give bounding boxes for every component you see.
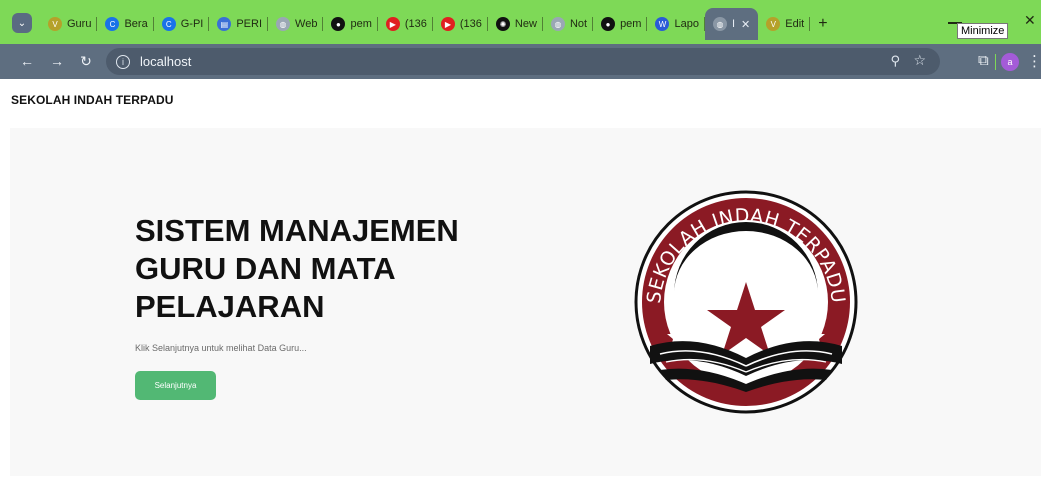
tab-label: (136	[404, 18, 427, 30]
browser-tab[interactable]: V Edit	[758, 8, 811, 40]
browser-tab[interactable]: ▶ (136	[433, 8, 488, 40]
tab-label: Web	[295, 18, 318, 30]
tab-divider	[809, 17, 811, 31]
chevron-down-icon: ⌄	[17, 17, 27, 29]
youtube-icon: ▶	[440, 17, 455, 31]
forward-button[interactable]: →	[48, 52, 66, 70]
browser-tab[interactable]: C G-PI	[154, 8, 210, 40]
github-icon: ●	[331, 17, 346, 31]
chatgpt-icon: ✺	[495, 17, 510, 31]
tab-label: Guru	[67, 18, 92, 30]
arrow-left-icon: ←	[20, 53, 34, 69]
canva-icon: C	[161, 17, 176, 31]
tab-label: (136	[459, 18, 482, 30]
vuetify-icon: V	[766, 17, 781, 31]
hero-description: Klik Selanjutnya untuk melihat Data Guru…	[135, 343, 307, 353]
next-button[interactable]: Selanjutnya	[135, 371, 216, 400]
browser-tab[interactable]: C Bera	[97, 8, 154, 40]
globe-icon: ◍	[712, 17, 727, 31]
reload-button[interactable]: ↻	[77, 52, 95, 70]
browser-tab-active[interactable]: ◍ I ✕	[704, 8, 759, 40]
browser-tab[interactable]: ● pem	[593, 8, 648, 40]
vuetify-icon: V	[48, 17, 62, 31]
tab-label: Lapo	[674, 18, 699, 30]
site-info-icon[interactable]: i	[116, 54, 130, 69]
browser-tab[interactable]: ● pem	[323, 8, 378, 40]
school-logo: SEKOLAH INDAH TERPADU	[634, 190, 858, 414]
close-icon: ✕	[1024, 12, 1036, 28]
tab-list: V Guru C Bera C G-PI ▤ PERI ◍ Web ● pem ▶ (136 ▶ (136 ✺ N…	[40, 8, 836, 40]
window-close-button[interactable]: ✕	[1024, 12, 1036, 29]
tab-search-button[interactable]: ⌄	[12, 13, 32, 33]
new-tab-button[interactable]: +	[810, 8, 835, 40]
tab-label: pem	[350, 18, 372, 30]
menu-dots-icon[interactable]: ⋮	[1027, 52, 1041, 70]
browser-tab[interactable]: V Guru	[40, 8, 98, 40]
browser-toolbar: ← → ↻ i localhost ⚲ ☆	[0, 44, 1041, 79]
browser-tab[interactable]: ▤ PERI	[209, 8, 269, 40]
browser-tab[interactable]: ▶ (136	[378, 8, 433, 40]
globe-icon: ◍	[550, 17, 565, 31]
zoom-icon[interactable]: ⚲	[890, 53, 900, 69]
tab-label: G-PI	[180, 18, 204, 30]
globe-icon: ◍	[276, 17, 291, 31]
browser-tab[interactable]: ◍ Not	[543, 8, 594, 40]
reload-icon: ↻	[80, 52, 92, 69]
github-icon: ●	[601, 17, 616, 31]
tab-label: New	[514, 18, 537, 30]
tab-label: Edit	[785, 18, 805, 30]
address-bar[interactable]: i localhost ⚲ ☆	[106, 48, 940, 75]
tab-close-icon[interactable]: ✕	[741, 18, 750, 31]
browser-tab[interactable]: W Lapo	[647, 8, 705, 40]
extensions-icon[interactable]: ⧉	[978, 52, 989, 69]
back-button[interactable]: ←	[18, 52, 36, 70]
address-text: localhost	[140, 54, 192, 69]
arrow-right-icon: →	[50, 53, 64, 69]
browser-tab-strip: ⌄ V Guru C Bera C G-PI ▤ PERI ◍ Web ● pem ▶ (136 ▶ (136…	[0, 0, 1041, 44]
browser-tab[interactable]: ◍ Web	[268, 8, 324, 40]
browser-tab[interactable]: ✺ New	[488, 8, 543, 40]
toolbar-divider	[995, 54, 996, 70]
tab-label: pem	[620, 18, 642, 30]
canva-icon: C	[105, 17, 120, 31]
minimize-tooltip: Minimize	[957, 23, 1009, 39]
tab-label: I	[731, 18, 736, 30]
tab-label: Not	[569, 18, 588, 30]
word-icon: W	[655, 17, 670, 31]
site-brand: SEKOLAH INDAH TERPADU	[11, 93, 174, 107]
printer-icon: ▤	[217, 17, 232, 31]
bookmark-star-icon[interactable]: ☆	[913, 52, 926, 69]
youtube-icon: ▶	[385, 17, 400, 31]
hero-section: SISTEM MANAJEMEN GURU DAN MATA PELAJARAN…	[10, 128, 1041, 476]
hero-title: SISTEM MANAJEMEN GURU DAN MATA PELAJARAN	[135, 213, 459, 324]
tab-label: Bera	[124, 18, 148, 30]
tab-label: PERI	[236, 18, 263, 30]
profile-avatar[interactable]: a	[1001, 53, 1019, 71]
